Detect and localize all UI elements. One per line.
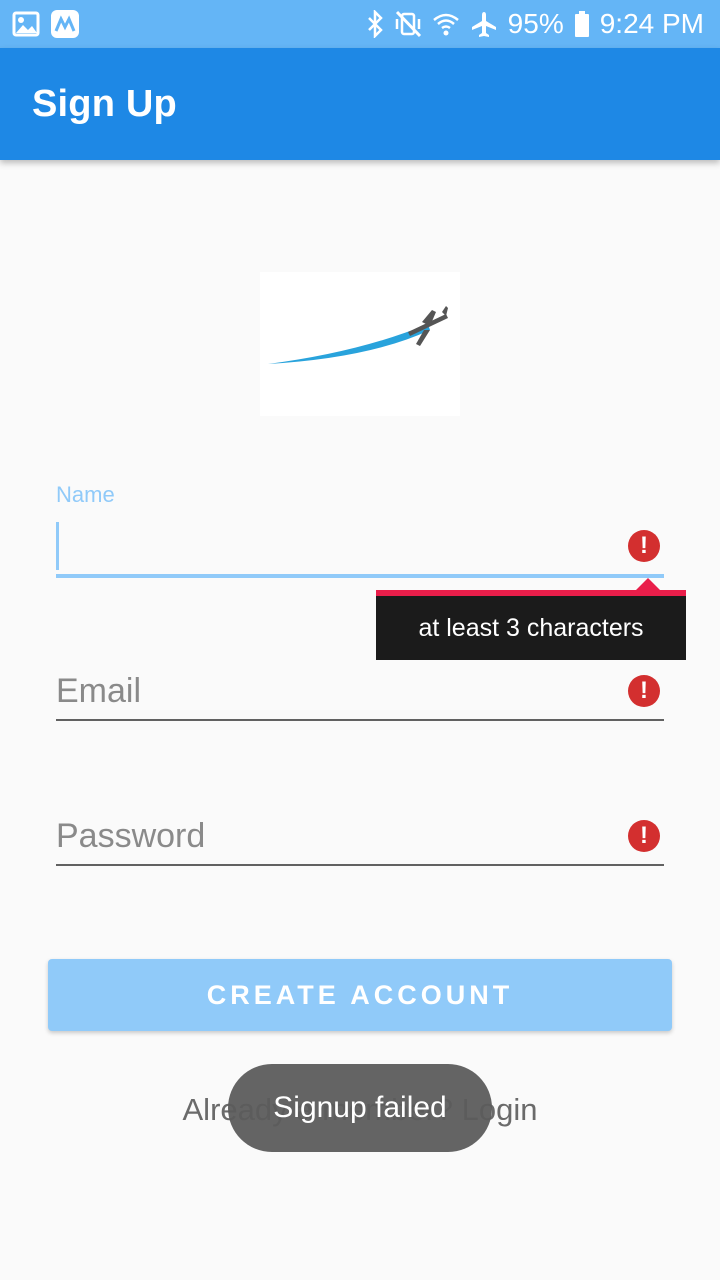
error-icon[interactable]: !: [628, 530, 660, 562]
password-field[interactable]: Password !: [56, 807, 664, 867]
battery-icon: [574, 10, 590, 38]
error-tooltip: at least 3 characters: [376, 590, 686, 660]
text-cursor: [56, 522, 59, 570]
email-underline: [56, 719, 664, 721]
tooltip-arrow: [636, 578, 660, 590]
error-icon[interactable]: !: [628, 820, 660, 852]
page-title: Sign Up: [32, 82, 177, 125]
error-icon[interactable]: !: [628, 675, 660, 707]
vibrate-off-icon: [394, 10, 422, 38]
email-placeholder: Email: [56, 672, 142, 710]
email-field[interactable]: Email !: [56, 662, 664, 722]
error-message: at least 3 characters: [418, 613, 644, 642]
app-bar: Sign Up: [0, 48, 720, 160]
name-field[interactable]: Name !: [56, 478, 664, 582]
bluetooth-icon: [366, 10, 384, 38]
clock: 9:24 PM: [599, 8, 704, 39]
app-logo: [260, 272, 460, 416]
status-bar: 95% 9:24 PM: [0, 0, 720, 48]
gallery-icon: [12, 11, 40, 37]
password-underline: [56, 864, 664, 866]
battery-percent: 95%: [507, 8, 564, 39]
status-bar-right: 95% 9:24 PM: [366, 8, 704, 40]
name-underline: [56, 574, 664, 578]
create-account-button[interactable]: CREATE ACCOUNT: [48, 959, 672, 1031]
toast: Signup failed: [228, 1064, 492, 1152]
toast-message: Signup failed: [273, 1091, 447, 1124]
wifi-icon: [432, 11, 460, 37]
password-placeholder: Password: [56, 817, 206, 855]
app-notification-icon: [50, 9, 80, 39]
airplane-icon: [470, 10, 498, 38]
name-label: Name: [56, 482, 115, 507]
status-bar-left: [12, 9, 80, 39]
